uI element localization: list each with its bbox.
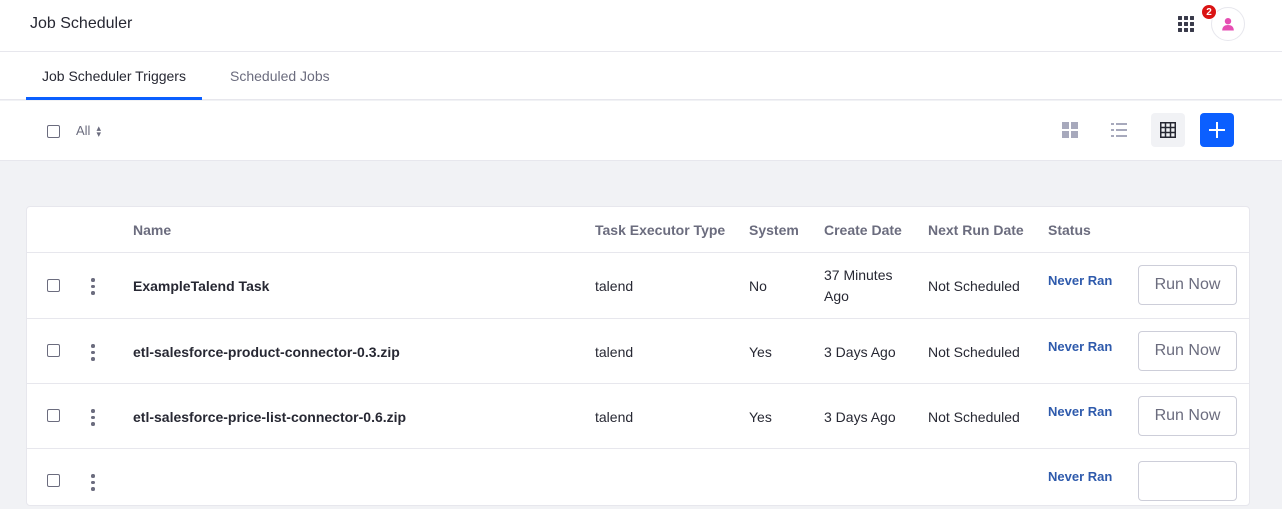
kebab-menu-icon[interactable]: [88, 278, 98, 295]
status-label: Never Ran: [1048, 469, 1113, 484]
status-label: Never Ran: [1048, 339, 1113, 354]
create-date-line2: Ago: [824, 288, 849, 304]
list-view-icon: [1111, 123, 1127, 137]
kebab-menu-icon[interactable]: [88, 344, 98, 361]
executor-type: talend: [595, 344, 634, 360]
table-header-row: Name Task Executor Type System Create Da…: [27, 207, 1249, 253]
status-label: Never Ran: [1048, 404, 1113, 419]
table-row: etl-salesforce-price-list-connector-0.6.…: [27, 384, 1249, 449]
run-now-button[interactable]: Run Now: [1138, 396, 1237, 436]
status-label: Never Ran: [1048, 273, 1113, 288]
column-header-system[interactable]: System: [749, 222, 799, 238]
plus-icon: [1209, 122, 1225, 138]
executor-type: talend: [595, 409, 634, 425]
cards-view-button[interactable]: [1053, 113, 1087, 147]
list-view-button[interactable]: [1102, 113, 1136, 147]
row-checkbox[interactable]: [47, 409, 60, 422]
next-run-date: Not Scheduled: [928, 278, 1020, 294]
executor-type: talend: [595, 278, 634, 294]
system-value: Yes: [749, 344, 772, 360]
tab-scheduled-jobs[interactable]: Scheduled Jobs: [214, 52, 346, 100]
run-now-button[interactable]: Run Now: [1138, 331, 1237, 371]
kebab-menu-icon[interactable]: [88, 409, 98, 426]
cards-view-icon: [1062, 122, 1078, 138]
next-run-date: Not Scheduled: [928, 409, 1020, 425]
row-checkbox[interactable]: [47, 279, 60, 292]
user-icon: [1222, 18, 1234, 31]
row-checkbox[interactable]: [47, 344, 60, 357]
table-row: ExampleTalend Task talend No 37 Minutes …: [27, 253, 1249, 319]
select-all-checkbox[interactable]: [47, 125, 60, 138]
run-now-button[interactable]: [1138, 461, 1237, 501]
system-value: Yes: [749, 409, 772, 425]
filter-label: All: [76, 123, 91, 138]
table-row: etl-salesforce-product-connector-0.3.zip…: [27, 319, 1249, 384]
next-run-date: Not Scheduled: [928, 344, 1020, 360]
system-value: No: [749, 278, 767, 294]
app-title: Job Scheduler: [30, 15, 133, 32]
column-header-name[interactable]: Name: [133, 222, 171, 238]
column-header-create-date[interactable]: Create Date: [824, 222, 902, 238]
apps-grid-icon[interactable]: [1174, 12, 1198, 36]
tabs-bar: Job Scheduler Triggers Scheduled Jobs: [0, 52, 1282, 100]
table-view-button[interactable]: [1151, 113, 1185, 147]
job-name[interactable]: ExampleTalend Task: [133, 278, 269, 294]
management-toolbar: All ▴ ▾: [0, 101, 1282, 161]
table-row: Never Ran: [27, 449, 1249, 509]
job-triggers-table: Name Task Executor Type System Create Da…: [26, 206, 1250, 506]
row-checkbox[interactable]: [47, 474, 60, 487]
add-button[interactable]: [1200, 113, 1234, 147]
top-bar: Job Scheduler 2: [0, 0, 1282, 52]
create-date-line1: 37 Minutes: [824, 267, 893, 283]
kebab-menu-icon[interactable]: [88, 474, 98, 491]
column-header-next-run-date[interactable]: Next Run Date: [928, 222, 1024, 238]
job-name[interactable]: etl-salesforce-price-list-connector-0.6.…: [133, 409, 406, 425]
table-view-icon: [1160, 122, 1176, 138]
column-header-executor[interactable]: Task Executor Type: [595, 222, 725, 238]
create-date: 3 Days Ago: [824, 344, 896, 360]
caret-double-icon: ▴ ▾: [96, 122, 101, 139]
tab-job-scheduler-triggers[interactable]: Job Scheduler Triggers: [26, 52, 202, 100]
job-name[interactable]: etl-salesforce-product-connector-0.3.zip: [133, 344, 400, 360]
run-now-button[interactable]: Run Now: [1138, 265, 1237, 305]
filter-dropdown[interactable]: All ▴ ▾: [76, 123, 101, 138]
create-date: 3 Days Ago: [824, 409, 896, 425]
notification-badge[interactable]: 2: [1201, 4, 1217, 20]
column-header-status[interactable]: Status: [1048, 222, 1091, 238]
